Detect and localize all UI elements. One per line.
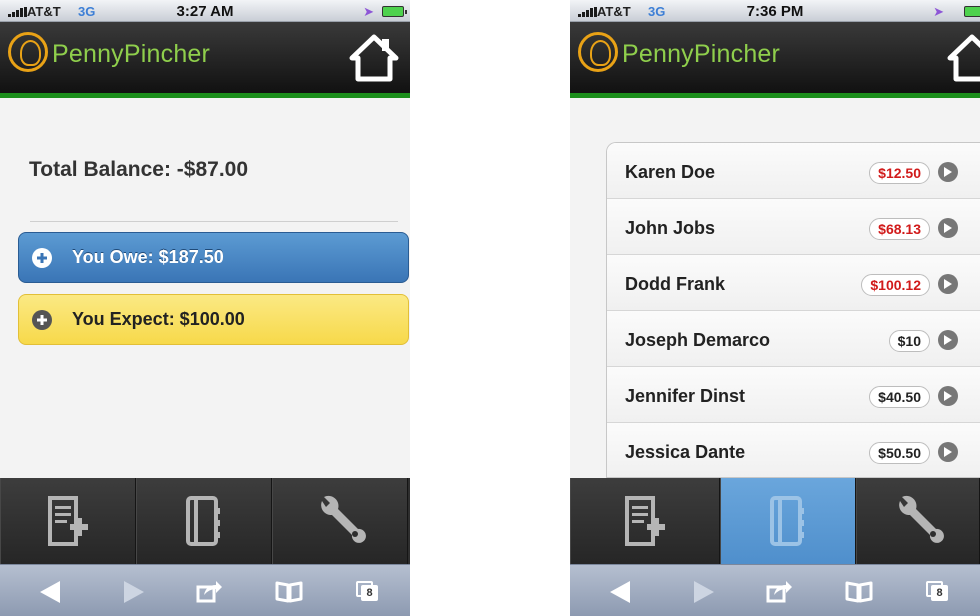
settings-wrench-icon xyxy=(899,495,944,543)
list-item[interactable]: Dodd Frank $100.12 xyxy=(607,255,980,311)
chevron-right-icon xyxy=(938,442,958,462)
contact-list: Karen Doe $12.50 John Jobs $68.13 Dodd F… xyxy=(606,142,980,478)
app-header: PennyPincher xyxy=(570,22,980,98)
divider xyxy=(30,221,398,222)
home-icon[interactable] xyxy=(348,32,400,84)
back-arrow-icon[interactable] xyxy=(40,581,60,603)
list-item[interactable]: John Jobs $68.13 xyxy=(607,199,980,255)
contact-name: Joseph Demarco xyxy=(625,330,771,350)
chevron-right-icon xyxy=(938,386,958,406)
chevron-right-icon xyxy=(938,218,958,238)
amount-badge: $50.50 xyxy=(869,442,930,464)
tab-settings[interactable] xyxy=(856,478,980,564)
bookmarks-icon[interactable] xyxy=(274,579,304,603)
settings-wrench-icon xyxy=(321,495,366,543)
app-header: PennyPincher xyxy=(0,22,410,98)
browser-toolbar: 8 xyxy=(570,564,980,616)
location-arrow-icon: ➤ xyxy=(363,4,374,19)
plus-icon xyxy=(32,309,52,330)
total-balance: Total Balance: -$87.00 xyxy=(29,158,249,181)
amount-badge: $68.13 xyxy=(869,218,930,240)
pages-count: 8 xyxy=(361,585,378,601)
list-item[interactable]: Jessica Dante $50.50 xyxy=(607,423,980,477)
status-time: 3:27 AM xyxy=(176,3,234,20)
phone-screen-summary: AT&T 3G 3:27 AM ➤ PennyPincher Total Bal… xyxy=(0,0,410,616)
tab-bar xyxy=(0,478,410,564)
app-title: PennyPincher xyxy=(52,40,211,68)
tab-settings[interactable] xyxy=(272,478,408,564)
contact-name: Jessica Dante xyxy=(625,442,746,462)
status-bar: AT&T 3G 3:27 AM ➤ xyxy=(0,0,410,22)
location-arrow-icon: ➤ xyxy=(933,4,944,19)
contact-name: John Jobs xyxy=(625,218,716,238)
contacts-book-icon xyxy=(186,496,220,546)
pages-icon[interactable]: 8 xyxy=(923,579,949,603)
add-transaction-icon xyxy=(48,496,88,546)
share-icon[interactable] xyxy=(196,579,222,603)
contact-name: Karen Doe xyxy=(625,162,716,182)
you-expect-collapsible[interactable]: You Expect: $100.00 xyxy=(18,294,409,345)
amount-badge: $100.12 xyxy=(861,274,930,296)
you-expect-label: You Expect: $100.00 xyxy=(72,309,245,329)
amount-badge: $12.50 xyxy=(869,162,930,184)
share-icon[interactable] xyxy=(766,579,792,603)
add-transaction-icon xyxy=(625,496,665,546)
browser-toolbar: 8 xyxy=(0,564,410,616)
chevron-right-icon xyxy=(938,274,958,294)
back-arrow-icon[interactable] xyxy=(610,581,630,603)
list-item[interactable]: Joseph Demarco $10 xyxy=(607,311,980,367)
contacts-book-icon xyxy=(770,496,804,546)
pages-icon[interactable]: 8 xyxy=(353,579,379,603)
amount-badge: $40.50 xyxy=(869,386,930,408)
forward-arrow-icon[interactable] xyxy=(124,581,144,603)
chevron-right-icon xyxy=(938,162,958,182)
penny-pincher-logo-icon xyxy=(8,32,48,72)
pages-count: 8 xyxy=(931,585,948,601)
app-title: PennyPincher xyxy=(622,40,781,68)
list-item[interactable]: Karen Doe $12.50 xyxy=(607,143,980,199)
bookmarks-icon[interactable] xyxy=(844,579,874,603)
you-owe-label: You Owe: $187.50 xyxy=(72,247,224,267)
tab-bar xyxy=(570,478,980,564)
tab-contacts[interactable] xyxy=(720,478,856,564)
contact-name: Jennifer Dinst xyxy=(625,386,746,406)
tab-add-transaction[interactable] xyxy=(0,478,136,564)
tab-add-transaction[interactable] xyxy=(570,478,720,564)
plus-icon xyxy=(32,247,52,268)
chevron-right-icon xyxy=(938,330,958,350)
battery-icon xyxy=(382,6,407,17)
home-icon[interactable] xyxy=(946,32,980,84)
you-owe-collapsible[interactable]: You Owe: $187.50 xyxy=(18,232,409,283)
contact-name: Dodd Frank xyxy=(625,274,726,294)
list-item[interactable]: Jennifer Dinst $40.50 xyxy=(607,367,980,423)
penny-pincher-logo-icon xyxy=(578,32,618,72)
forward-arrow-icon[interactable] xyxy=(694,581,714,603)
amount-badge: $10 xyxy=(888,330,930,352)
status-time: 7:36 PM xyxy=(746,3,804,20)
status-bar: AT&T 3G 7:36 PM ➤ xyxy=(570,0,980,22)
tab-contacts[interactable] xyxy=(136,478,272,564)
battery-icon xyxy=(964,6,980,17)
phone-screen-contacts: AT&T 3G 7:36 PM ➤ PennyPincher Karen Doe… xyxy=(570,0,980,616)
